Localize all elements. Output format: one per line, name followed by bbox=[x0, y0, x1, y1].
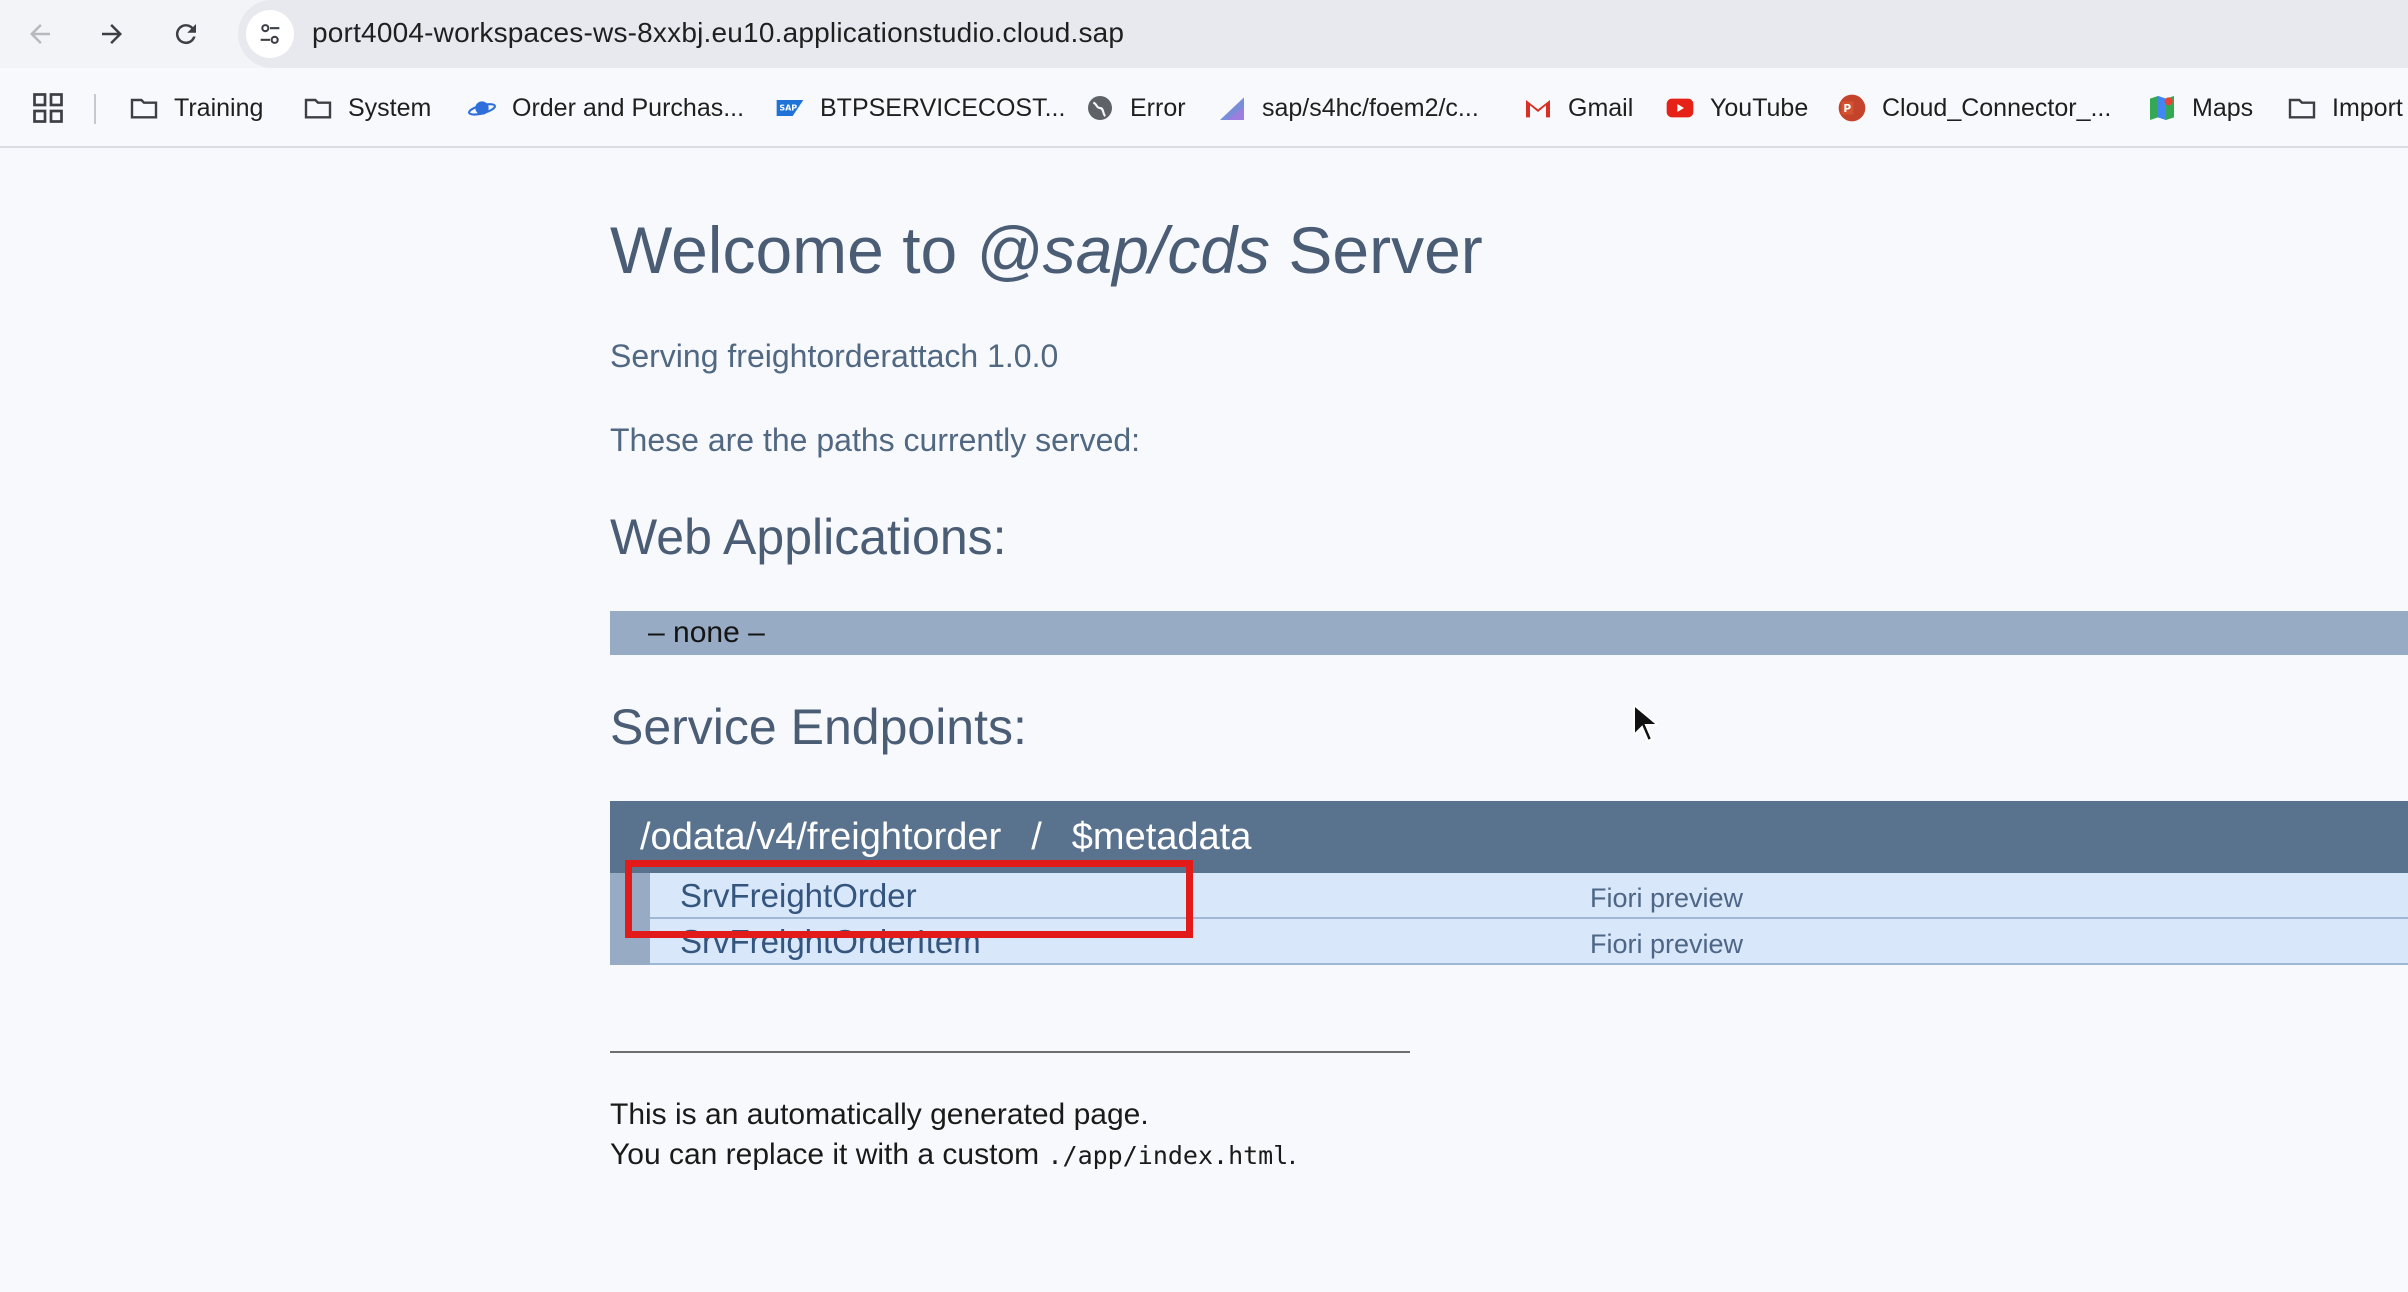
bookmark-label: Error bbox=[1130, 93, 1186, 122]
youtube-icon bbox=[1664, 92, 1696, 124]
address-bar[interactable]: port4004-workspaces-ws-8xxbj.eu10.applic… bbox=[238, 0, 2408, 68]
footer-text-line2: You can replace it with a custom ./app/i… bbox=[610, 1138, 1297, 1172]
web-applications-heading: Web Applications: bbox=[610, 509, 1007, 565]
folder-icon bbox=[2286, 92, 2318, 124]
browser-window: port4004-workspaces-ws-8xxbj.eu10.applic… bbox=[0, 0, 2408, 1292]
bookmark-label: Training bbox=[174, 93, 264, 122]
paths-intro: These are the paths currently served: bbox=[610, 422, 1141, 458]
bookmark-maps[interactable]: Maps bbox=[2146, 86, 2253, 130]
bookmark-training[interactable]: Training bbox=[128, 86, 263, 130]
bookmark-label: YouTube bbox=[1710, 93, 1809, 122]
bookmark-label: sap/s4hc/foem2/c... bbox=[1262, 93, 1479, 122]
back-button[interactable] bbox=[14, 8, 66, 60]
bookmark-label: Order and Purchas... bbox=[512, 93, 745, 122]
bookmark-system[interactable]: System bbox=[302, 86, 431, 130]
bookmark-youtube[interactable]: YouTube bbox=[1664, 86, 1808, 130]
footer-code-path: ./app/index.html bbox=[1047, 1141, 1289, 1170]
maps-icon bbox=[2146, 92, 2178, 124]
planet-icon bbox=[466, 92, 498, 124]
apps-grid-icon[interactable] bbox=[30, 90, 66, 126]
arrow-right-icon bbox=[102, 24, 122, 44]
url-text[interactable]: port4004-workspaces-ws-8xxbj.eu10.applic… bbox=[312, 17, 1124, 49]
bookmark-label: System bbox=[348, 93, 432, 122]
chart-icon bbox=[1216, 92, 1248, 124]
bookmark-order-and-purchase[interactable]: Order and Purchas... bbox=[466, 86, 744, 130]
page-title: Welcome to @sap/cds Server bbox=[610, 212, 1483, 288]
gmail-icon bbox=[1522, 92, 1554, 124]
title-package: @sap/cds bbox=[975, 213, 1271, 287]
powerpoint-icon: P bbox=[1836, 92, 1868, 124]
serving-text: Serving freightorderattach 1.0.0 bbox=[610, 338, 1059, 374]
sap-icon: SAP bbox=[774, 92, 806, 124]
bookmark-label: Cloud_Connector_... bbox=[1882, 93, 2112, 122]
bookmark-import[interactable]: Import bbox=[2286, 86, 2403, 130]
bookmark-label: Maps bbox=[2192, 93, 2254, 122]
bookmark-label: BTPSERVICECOST... bbox=[820, 93, 1066, 122]
bookmark-label: Gmail bbox=[1568, 93, 1634, 122]
bookmark-s4hc[interactable]: sap/s4hc/foem2/c... bbox=[1216, 86, 1479, 130]
service-endpoints-heading: Service Endpoints: bbox=[610, 699, 1027, 755]
folder-icon bbox=[302, 92, 334, 124]
svg-text:SAP: SAP bbox=[779, 104, 797, 113]
metadata-link[interactable]: $metadata bbox=[1072, 816, 1252, 858]
bookmarks-bar: Training System Order and Purchas... SAP… bbox=[0, 68, 2408, 148]
footer-text-line1: This is an automatically generated page. bbox=[610, 1098, 1149, 1131]
svg-text:P: P bbox=[1843, 102, 1851, 115]
bookmark-gmail[interactable]: Gmail bbox=[1522, 86, 1633, 130]
fiori-preview-link[interactable]: Fiori preview bbox=[1590, 929, 1743, 960]
forward-button[interactable] bbox=[86, 8, 138, 60]
bookmark-cloud-connector[interactable]: P Cloud_Connector_... bbox=[1836, 86, 2111, 130]
bookmark-btpservicecost[interactable]: SAP BTPSERVICECOST... bbox=[774, 86, 1065, 130]
highlight-box bbox=[625, 860, 1193, 938]
bookmark-label: Import bbox=[2332, 93, 2403, 122]
folder-icon bbox=[128, 92, 160, 124]
mouse-cursor-icon bbox=[1633, 703, 1658, 743]
tune-icon bbox=[260, 24, 280, 44]
reload-icon bbox=[175, 24, 196, 45]
globe-icon bbox=[1084, 92, 1116, 124]
reload-button[interactable] bbox=[160, 8, 212, 60]
footer-divider bbox=[610, 1051, 1410, 1053]
title-prefix: Welcome to bbox=[610, 213, 976, 287]
browser-toolbar: port4004-workspaces-ws-8xxbj.eu10.applic… bbox=[0, 0, 2408, 68]
service-path-link[interactable]: /odata/v4/freightorder bbox=[640, 816, 1001, 858]
title-suffix: Server bbox=[1270, 213, 1483, 287]
bookmark-error[interactable]: Error bbox=[1084, 86, 1186, 130]
service-path-separator: / bbox=[1031, 816, 1042, 858]
bookmarks-divider bbox=[94, 94, 96, 124]
fiori-preview-link[interactable]: Fiori preview bbox=[1590, 883, 1743, 914]
arrow-left-icon bbox=[30, 24, 50, 44]
page-content: Welcome to @sap/cds Server Serving freig… bbox=[0, 150, 2408, 1292]
footer-line2-prefix: You can replace it with a custom bbox=[610, 1138, 1048, 1171]
site-info-button[interactable] bbox=[246, 10, 294, 58]
footer-line2-suffix: . bbox=[1288, 1138, 1297, 1171]
web-applications-none: – none – bbox=[610, 611, 2408, 655]
